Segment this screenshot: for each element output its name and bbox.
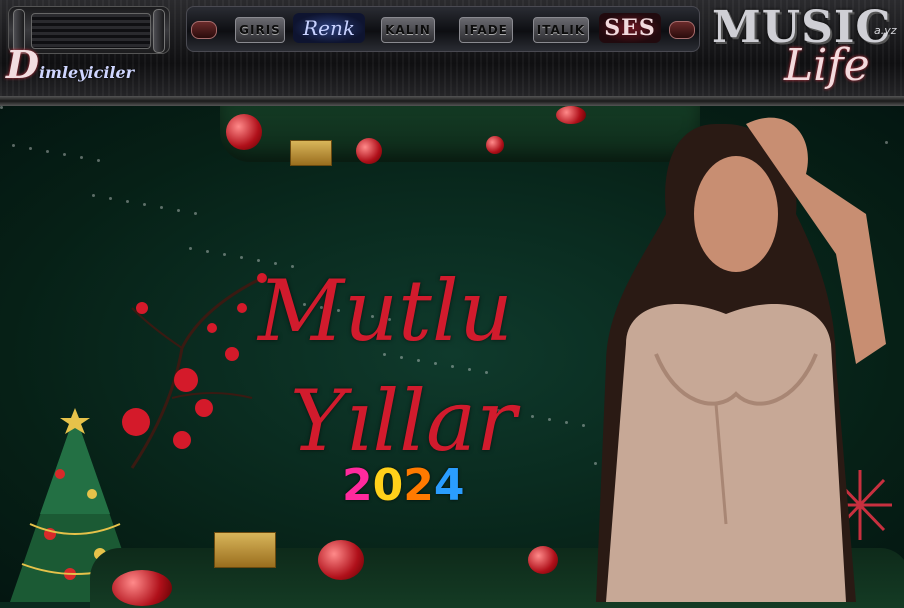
snow-dot [189, 247, 192, 250]
menu-knob-left [191, 21, 217, 39]
logo-initial: D [6, 42, 39, 87]
ornament-ball [318, 540, 364, 580]
snow-dot [46, 150, 49, 153]
snow-dot [143, 203, 146, 206]
snow-dot [109, 197, 112, 200]
year-digit: 0 [372, 460, 404, 511]
header-bar: GIRIS Renk KALIN IFADE ITALIK SES Dimley… [0, 0, 904, 108]
life-logo-text: Life [784, 40, 870, 91]
snow-dot [240, 256, 243, 259]
menu-kalin-button[interactable]: KALIN [381, 17, 435, 43]
ornament-ball [528, 546, 558, 574]
gift-box [290, 140, 332, 166]
year-digit: 4 [433, 460, 465, 511]
menu-knob-right [669, 21, 695, 39]
menu-bar: GIRIS Renk KALIN IFADE ITALIK SES [186, 6, 700, 52]
snow-dot [177, 209, 180, 212]
menu-italik-button[interactable]: ITALIK [533, 17, 589, 43]
year-number: 2024 [342, 460, 465, 511]
snow-dot [63, 153, 66, 156]
menu-giris-button[interactable]: GIRIS [235, 17, 285, 43]
snow-dot [206, 250, 209, 253]
snow-dot [126, 200, 129, 203]
menu-ses-button[interactable]: SES [599, 13, 661, 43]
ornament-ball [486, 136, 504, 154]
menu-renk-button[interactable]: Renk [293, 13, 365, 43]
ornament-ball [112, 570, 172, 606]
snow-dot [160, 206, 163, 209]
dimleyiciler-logo: Dimleyiciler [6, 42, 176, 100]
woman-figure [596, 117, 886, 602]
logo-rest-text: imleyiciler [38, 63, 135, 82]
snow-dot [0, 106, 3, 109]
gift-box [214, 532, 276, 568]
greeting-title-line1: Mutlu [258, 262, 513, 360]
snow-dot [29, 147, 32, 150]
music-logo-suffix: a.yz [874, 24, 897, 37]
greeting-title-line2: Yıllar [290, 372, 517, 470]
snow-dot [97, 159, 100, 162]
snow-dot [531, 415, 534, 418]
snow-dot [451, 365, 454, 368]
snow-dot [92, 194, 95, 197]
snow-dot [434, 362, 437, 365]
year-digit: 2 [342, 460, 373, 511]
menu-ifade-button[interactable]: IFADE [459, 17, 513, 43]
ornament-ball [356, 138, 382, 164]
berry-branch-icon [122, 273, 267, 469]
ornament-ball [226, 114, 262, 150]
snow-dot [468, 368, 471, 371]
snow-dot [223, 253, 226, 256]
year-digit: 2 [403, 460, 434, 511]
snow-dot [12, 144, 15, 147]
snow-dot [194, 212, 197, 215]
snow-dot [548, 418, 551, 421]
snow-dot [80, 156, 83, 159]
